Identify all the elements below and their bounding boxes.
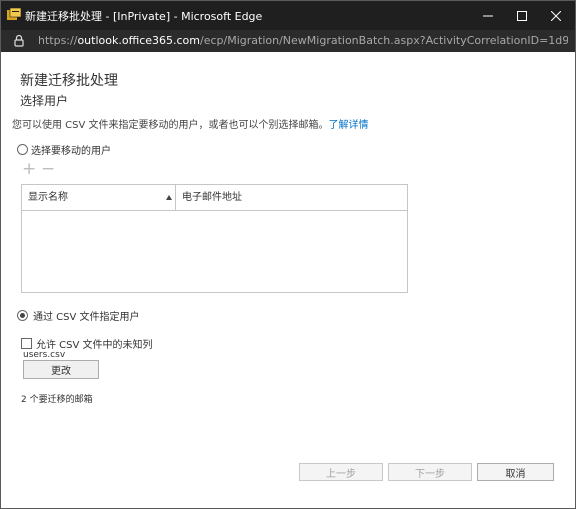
close-button[interactable] bbox=[539, 1, 573, 30]
select-users-option[interactable]: 选择要移动的用户 bbox=[17, 142, 111, 157]
page-content: 新建迁移批处理 选择用户 您可以使用 CSV 文件来指定要移动的用户，或者也可以… bbox=[1, 52, 575, 508]
description: 您可以使用 CSV 文件来指定要移动的用户，或者也可以个别选择邮箱。了解详情 bbox=[12, 116, 369, 131]
change-button[interactable]: 更改 bbox=[23, 360, 99, 379]
csv-filename: users.csv bbox=[23, 350, 66, 360]
cancel-button[interactable]: 取消 bbox=[477, 463, 554, 481]
title-bar: 新建迁移批处理 - [InPrivate] - Microsoft Edge bbox=[1, 1, 575, 30]
page-title: 新建迁移批处理 bbox=[20, 73, 118, 89]
minimize-icon bbox=[483, 15, 493, 16]
url-host: outlook.office365.com bbox=[77, 34, 201, 47]
window-title: 新建迁移批处理 - [InPrivate] - Microsoft Edge bbox=[25, 10, 263, 23]
mailbox-count: 2 个要迁移的邮箱 bbox=[21, 395, 93, 405]
add-icon[interactable]: + bbox=[22, 161, 36, 178]
column-header-email[interactable]: 电子邮件地址 bbox=[176, 185, 407, 210]
maximize-button[interactable] bbox=[505, 1, 539, 30]
csv-option-label: 通过 CSV 文件指定用户 bbox=[33, 312, 140, 323]
users-grid: 显示名称 电子邮件地址 bbox=[21, 184, 408, 293]
page-subtitle: 选择用户 bbox=[20, 94, 69, 108]
description-text: 您可以使用 CSV 文件来指定要移动的用户，或者也可以个别选择邮箱。 bbox=[12, 120, 329, 131]
select-users-label: 选择要移动的用户 bbox=[31, 146, 111, 157]
csv-option[interactable]: 通过 CSV 文件指定用户 bbox=[17, 308, 140, 323]
column-display-name-label: 显示名称 bbox=[28, 192, 68, 203]
allow-unknown-columns-checkbox[interactable] bbox=[21, 338, 32, 349]
maximize-icon bbox=[517, 10, 527, 21]
url-text[interactable]: https://outlook.office365.com/ecp/Migrat… bbox=[38, 34, 568, 47]
select-users-radio[interactable] bbox=[17, 144, 28, 155]
sort-ascending-icon bbox=[166, 195, 172, 200]
allow-unknown-columns-label: 允许 CSV 文件中的未知列 bbox=[36, 340, 153, 351]
grid-header: 显示名称 电子邮件地址 bbox=[22, 185, 407, 211]
url-path: /ecp/Migration/NewMigrationBatch.aspx?Ac… bbox=[200, 34, 568, 47]
remove-icon[interactable]: − bbox=[41, 161, 55, 178]
previous-button[interactable]: 上一步 bbox=[299, 463, 383, 481]
edge-app-icon bbox=[7, 8, 21, 20]
allow-unknown-columns[interactable]: 允许 CSV 文件中的未知列 bbox=[21, 336, 153, 351]
browser-window: 新建迁移批处理 - [InPrivate] - Microsoft Edge h… bbox=[0, 0, 576, 509]
next-button[interactable]: 下一步 bbox=[388, 463, 472, 481]
column-email-label: 电子邮件地址 bbox=[182, 192, 242, 203]
lock-icon bbox=[14, 34, 24, 47]
minimize-button[interactable] bbox=[471, 1, 505, 30]
csv-radio[interactable] bbox=[17, 310, 28, 321]
address-bar[interactable]: https://outlook.office365.com/ecp/Migrat… bbox=[1, 30, 575, 53]
column-header-display-name[interactable]: 显示名称 bbox=[22, 185, 176, 210]
close-icon bbox=[551, 10, 561, 21]
url-scheme: https:// bbox=[38, 34, 78, 47]
learn-more-link[interactable]: 了解详情 bbox=[329, 120, 369, 131]
